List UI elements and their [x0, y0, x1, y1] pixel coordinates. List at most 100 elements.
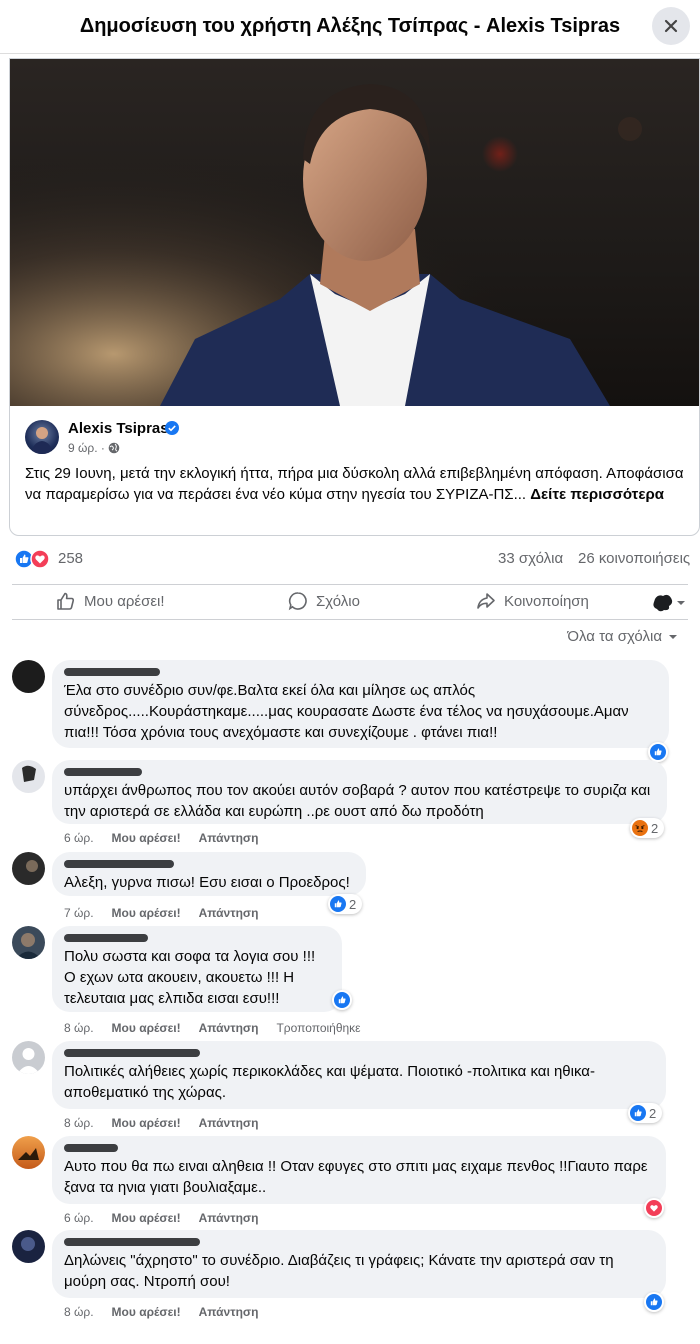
- commenter-avatar[interactable]: [12, 1041, 45, 1074]
- chevron-down-icon: [677, 601, 685, 605]
- like-reaction-icon: [646, 1294, 662, 1310]
- comment-like-button[interactable]: Μου αρέσει!: [112, 1305, 181, 1319]
- comment-meta: 7 ώρ. Μου αρέσει! Απάντηση: [64, 906, 258, 920]
- comment-time[interactable]: 6 ώρ.: [64, 1211, 94, 1225]
- comment-meta: 6 ώρ. Μου αρέσει! Απάντηση: [64, 1211, 258, 1225]
- comment-time[interactable]: 8 ώρ.: [64, 1116, 94, 1130]
- comment-reactions[interactable]: [648, 742, 668, 762]
- comment-text: Δηλώνεις "άχρηστο" το συνέδριο. Διαβάζει…: [64, 1252, 614, 1290]
- comment-reply-button[interactable]: Απάντηση: [199, 906, 259, 920]
- comment-reaction-count: 2: [649, 1105, 657, 1121]
- comment-text: Πολυ σωστα και σοφα τα λογια σου !!! Ο ε…: [64, 948, 316, 1007]
- post-body: Alexis Tsipras 9 ώρ. · Στις 29 Ιουνη, με…: [10, 406, 699, 535]
- see-more-link[interactable]: Δείτε περισσότερα: [530, 486, 664, 503]
- comment-reaction-count: 2: [651, 820, 659, 836]
- comment-bubble: Έλα στο συνέδριο συν/φε.Βαλτα εκεί όλα κ…: [52, 660, 669, 748]
- comment-like-button[interactable]: Μου αρέσει!: [112, 1211, 181, 1225]
- close-icon: [664, 19, 678, 33]
- comments-count[interactable]: 33 σχόλια: [498, 550, 563, 567]
- commenter-name-redacted[interactable]: [64, 1144, 654, 1154]
- comment-time[interactable]: 8 ώρ.: [64, 1021, 94, 1035]
- comment-time[interactable]: 7 ώρ.: [64, 906, 94, 920]
- commenter-avatar[interactable]: [12, 660, 45, 693]
- comment-like-button[interactable]: Μου αρέσει!: [112, 906, 181, 920]
- commenter-name-redacted[interactable]: [64, 768, 655, 778]
- comment-like-button[interactable]: Μου αρέσει!: [112, 831, 181, 845]
- comment-edited-label: Τροποποιήθηκε: [276, 1021, 361, 1035]
- speech-bubble-icon: [288, 592, 307, 611]
- angry-reaction-icon: [632, 820, 648, 836]
- comment-bubble: Αυτο που θα πω ειναι αληθεια !! Οταν εφυ…: [52, 1136, 666, 1204]
- comment-reactions[interactable]: 2: [328, 894, 363, 914]
- post-photo[interactable]: [10, 59, 699, 406]
- reaction-count[interactable]: 258: [58, 550, 83, 567]
- comment-like-button[interactable]: Μου αρέσει!: [112, 1116, 181, 1130]
- dialog-header: Δημοσίευση του χρήστη Αλέξης Τσίπρας - A…: [0, 0, 700, 54]
- comment-button[interactable]: Σχόλιο: [288, 591, 360, 611]
- post-text: Στις 29 Ιουνη, μετά την εκλογική ήττα, π…: [25, 463, 690, 505]
- like-reaction-icon: [650, 744, 666, 760]
- comment-reply-button[interactable]: Απάντηση: [199, 1305, 259, 1319]
- comment-text: Πολιτικές αλήθειες χωρίς περικοκλάδες κα…: [64, 1063, 595, 1101]
- comment-reactions[interactable]: [644, 1198, 664, 1218]
- comment-text: υπάρχει άνθρωπος που τον ακούει αυτόν σο…: [64, 782, 651, 820]
- comment-time[interactable]: 8 ώρ.: [64, 1305, 94, 1319]
- shares-count[interactable]: 26 κοινοποιήσεις: [578, 550, 690, 567]
- comment-bubble: Πολυ σωστα και σοφα τα λογια σου !!! Ο ε…: [52, 926, 342, 1012]
- comment-bubble: Πολιτικές αλήθειες χωρίς περικοκλάδες κα…: [52, 1041, 666, 1109]
- commenter-name-redacted[interactable]: [64, 668, 657, 678]
- commenter-name-redacted[interactable]: [64, 1049, 654, 1059]
- dialog-title: Δημοσίευση του χρήστη Αλέξης Τσίπρας - A…: [79, 15, 621, 37]
- comment-text: Αυτο που θα πω ειναι αληθεια !! Οταν εφυ…: [64, 1158, 648, 1196]
- post-author-name[interactable]: Alexis Tsipras: [68, 420, 169, 437]
- share-arrow-icon: [477, 593, 495, 609]
- commenter-avatar[interactable]: [12, 1136, 45, 1169]
- comment-like-button[interactable]: Μου αρέσει!: [112, 1021, 181, 1035]
- comment-reply-button[interactable]: Απάντηση: [199, 831, 259, 845]
- commenter-avatar[interactable]: [12, 852, 45, 885]
- comment-time[interactable]: 6 ώρ.: [64, 831, 94, 845]
- comment-text: Έλα στο συνέδριο συν/φε.Βαλτα εκεί όλα κ…: [64, 682, 629, 741]
- comment-meta: 8 ώρ. Μου αρέσει! Απάντηση: [64, 1116, 258, 1130]
- comment-label: Σχόλιο: [316, 592, 360, 610]
- comment-text: Αλεξη, γυρνα πισω! Εσυ εισαι ο Προεδρος!: [64, 874, 350, 891]
- comment-sort-selector[interactable]: Όλα τα σχόλια: [567, 628, 678, 645]
- comment-reply-button[interactable]: Απάντηση: [199, 1211, 259, 1225]
- comment-meta: 8 ώρ. Μου αρέσει! Απάντηση Τροποποιήθηκε: [64, 1021, 361, 1035]
- shared-post-card[interactable]: Alexis Tsipras 9 ώρ. · Στις 29 Ιουνη, με…: [9, 58, 700, 536]
- comment-reactions[interactable]: [644, 1292, 664, 1312]
- commenter-name-redacted[interactable]: [64, 1238, 654, 1248]
- comment-reactions[interactable]: 2: [630, 818, 665, 838]
- comment-reply-button[interactable]: Απάντηση: [199, 1021, 259, 1035]
- comment-sort-label: Όλα τα σχόλια: [567, 628, 662, 645]
- commenter-name-redacted[interactable]: [64, 934, 330, 944]
- share-label: Κοινοποίηση: [504, 592, 589, 610]
- author-avatar[interactable]: [25, 420, 59, 454]
- profile-selector[interactable]: [652, 593, 686, 613]
- comment-reactions[interactable]: [332, 990, 352, 1010]
- reactions-summary: 258 33 σχόλια 26 κοινοποιήσεις: [0, 544, 700, 574]
- comment-reply-button[interactable]: Απάντηση: [199, 1116, 259, 1130]
- like-reaction-icon: [630, 1105, 646, 1121]
- commenter-avatar[interactable]: [12, 926, 45, 959]
- post-actions-bar: Μου αρέσει! Σχόλιο Κοινοποίηση: [12, 584, 688, 620]
- profile-avatar-icon: [653, 594, 673, 612]
- reaction-icons[interactable]: [14, 549, 50, 569]
- comment-reaction-count: 2: [349, 896, 357, 912]
- love-reaction-icon: [646, 1200, 662, 1216]
- comment-meta: 6 ώρ. Μου αρέσει! Απάντηση: [64, 831, 258, 845]
- post-time[interactable]: 9 ώρ. ·: [68, 441, 105, 455]
- share-button[interactable]: Κοινοποίηση: [476, 591, 589, 611]
- like-button[interactable]: Μου αρέσει!: [56, 591, 165, 611]
- comment-bubble: Δηλώνεις "άχρηστο" το συνέδριο. Διαβάζει…: [52, 1230, 666, 1298]
- comment-reactions[interactable]: 2: [628, 1103, 663, 1123]
- commenter-avatar[interactable]: [12, 760, 45, 793]
- like-label: Μου αρέσει!: [84, 592, 165, 610]
- post-photo-illustration: [10, 59, 699, 406]
- post-meta: 9 ώρ. ·: [68, 441, 120, 455]
- close-button[interactable]: [652, 7, 690, 45]
- commenter-avatar[interactable]: [12, 1230, 45, 1263]
- like-reaction-icon: [330, 896, 346, 912]
- comment-bubble: υπάρχει άνθρωπος που τον ακούει αυτόν σο…: [52, 760, 667, 824]
- commenter-name-redacted[interactable]: [64, 860, 354, 870]
